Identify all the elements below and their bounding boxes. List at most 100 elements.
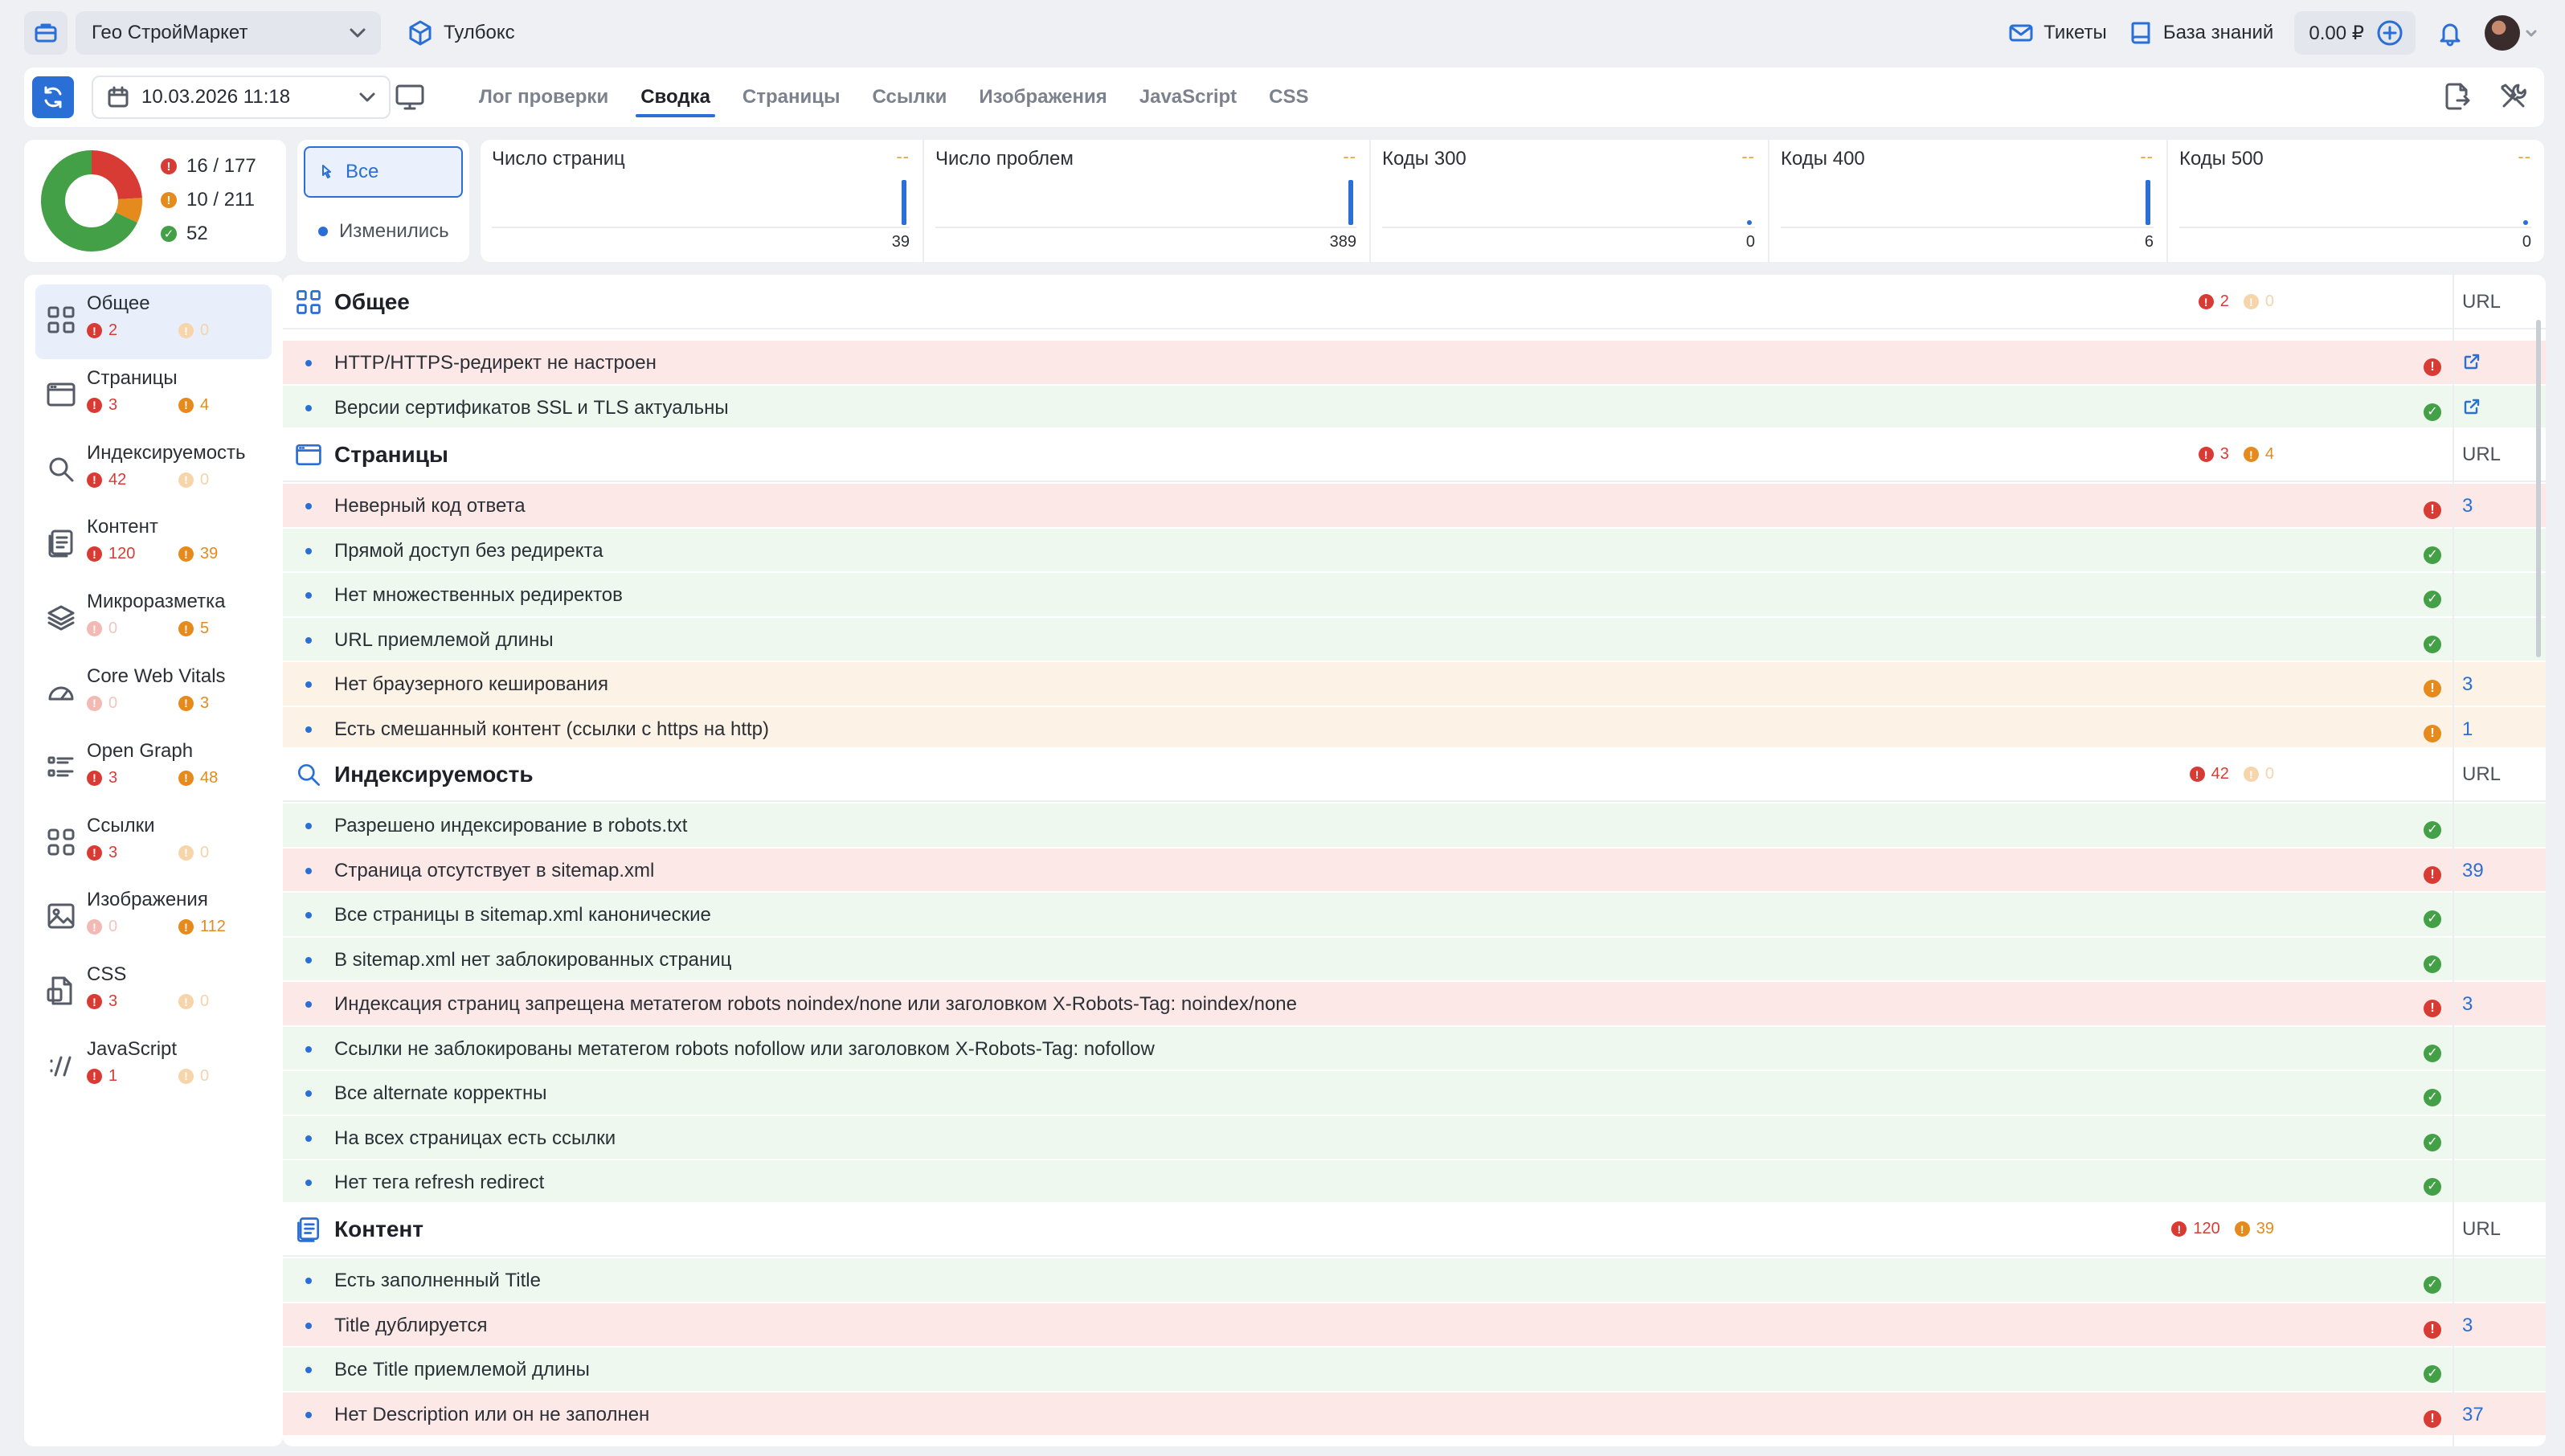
check-row[interactable]: Есть заполненный Title ✓ — [283, 1258, 2546, 1303]
check-row[interactable]: Ссылки не заблокированы метатегом robots… — [283, 1026, 2546, 1071]
check-row[interactable]: Все alternate корректны ✓ — [283, 1071, 2546, 1116]
section-header[interactable]: Контент ! 120 ! 39 URL — [283, 1202, 2546, 1257]
tab-images[interactable]: Изображения — [963, 67, 1123, 127]
tab-css[interactable]: CSS — [1253, 67, 1324, 127]
row-bullet — [305, 1135, 312, 1142]
checks-panel: HTTP/HTTPS-редирект не настроен! Версии с… — [283, 275, 2546, 1446]
affected-urls-link[interactable]: 3 — [2462, 993, 2473, 1016]
sidebar-item-label: JavaScript — [87, 1037, 178, 1060]
tab-javascript[interactable]: JavaScript — [1123, 67, 1253, 127]
check-row[interactable]: Страница отсутствует в sitemap.xml! 39 — [283, 848, 2546, 893]
section-error-count: ! 120 — [2171, 1220, 2220, 1238]
tab-check-log[interactable]: Лог проверки — [463, 67, 624, 127]
check-row[interactable]: HTTP/HTTPS-редирект не настроен! — [283, 341, 2546, 386]
toolbox-link[interactable]: Тулбокс — [407, 19, 515, 47]
check-title: Все Title приемлемой длины — [334, 1359, 590, 1380]
check-row[interactable]: Все Title приемлемой длины ✓ — [283, 1348, 2546, 1393]
tab-summary[interactable]: Сводка — [624, 67, 726, 127]
check-row[interactable]: Нет множественных редиректов ✓ — [283, 573, 2546, 618]
check-row[interactable]: Версии сертификатов SSL и TLS актуальны ✓ — [283, 385, 2546, 430]
metric-tile[interactable]: Число страниц -- 39 — [481, 140, 924, 262]
check-row[interactable]: URL приемлемой длины ✓ — [283, 617, 2546, 662]
sidebar-warning-count: ! 48 — [178, 769, 270, 787]
project-select[interactable]: Гео СтройМаркет — [76, 11, 381, 55]
check-row[interactable]: Нет браузерного кеширования! 3 — [283, 662, 2546, 707]
section-warning-count: ! 0 — [2243, 292, 2274, 311]
avatar — [2485, 15, 2520, 51]
check-row[interactable]: Индексация страниц запрещена метатегом r… — [283, 982, 2546, 1027]
affected-urls-link[interactable]: 37 — [2462, 1404, 2484, 1426]
sidebar-item[interactable]: Индексируемость ! 42! 0 — [35, 434, 272, 509]
metric-tile[interactable]: Число проблем -- 389 — [924, 140, 1371, 262]
section-warning-count: ! 0 — [2243, 765, 2274, 783]
sidebar-item[interactable]: Контент ! 120! 39 — [35, 508, 272, 583]
user-menu[interactable] — [2485, 15, 2538, 51]
section-header[interactable]: Индексируемость ! 42 ! 0 URL — [283, 747, 2546, 802]
warning-icon: ! — [178, 919, 194, 935]
sidebar-item[interactable]: Ссылки ! 3! 0 — [35, 807, 272, 881]
check-row[interactable]: Прямой доступ без редиректа ✓ — [283, 528, 2546, 573]
check-row[interactable]: Есть смешанный контент (ссылки с https н… — [283, 706, 2546, 751]
affected-urls-link[interactable]: 39 — [2462, 860, 2484, 882]
affected-urls-link[interactable]: 3 — [2462, 1315, 2473, 1337]
scrollbar[interactable] — [2536, 320, 2541, 657]
check-row[interactable]: Нет тега refresh redirect ✓ — [283, 1160, 2546, 1205]
check-row[interactable]: Нет Description или он не заполнен! 37 — [283, 1392, 2546, 1437]
metric-tile[interactable]: Коды 300 -- 0 — [1371, 140, 1769, 262]
sidebar-warning-count: ! 0 — [178, 471, 270, 489]
affected-urls-link[interactable]: 3 — [2462, 495, 2473, 517]
tickets-link[interactable]: Тикеты — [2008, 20, 2107, 46]
bell-icon[interactable] — [2436, 19, 2464, 47]
warning-icon: ! — [2424, 680, 2441, 697]
sidebar-item[interactable]: CSS ! 3! 0 — [35, 955, 272, 1030]
report-date-select[interactable]: 10.03.2026 11:18 — [92, 76, 391, 119]
tab-links[interactable]: Ссылки — [857, 67, 963, 127]
tools-icon[interactable] — [2498, 80, 2530, 112]
check-row[interactable]: В sitemap.xml нет заблокированных страни… — [283, 937, 2546, 982]
sidebar-item[interactable]: JavaScript ! 1! 0 — [35, 1030, 272, 1105]
device-toggle[interactable] — [394, 82, 426, 112]
sidebar-item[interactable]: Изображения ! 0! 112 — [35, 881, 272, 955]
sidebar-item[interactable]: Общее ! 2! 0 — [35, 284, 272, 359]
metric-tile[interactable]: Коды 500 -- 0 — [2168, 140, 2544, 262]
sidebar-item-label: Ссылки — [87, 814, 155, 836]
warning-icon: ! — [178, 397, 194, 413]
section-error-count: ! 2 — [2198, 292, 2229, 311]
error-icon: ! — [87, 845, 102, 861]
check-icon: ✓ — [2424, 591, 2441, 608]
projects-button[interactable] — [24, 11, 68, 55]
pointer-icon — [322, 165, 331, 178]
check-title: Нет множественных редиректов — [334, 584, 623, 606]
check-icon: ✓ — [2424, 546, 2441, 564]
filter-changed-button[interactable]: Изменились — [318, 220, 449, 243]
check-icon: ✓ — [2424, 1133, 2441, 1151]
section-header[interactable]: Страницы ! 3 ! 4 URL — [283, 427, 2546, 482]
export-file-icon[interactable] — [2441, 80, 2473, 112]
warning-icon: ! — [2243, 447, 2259, 462]
check-row[interactable]: На всех страницах есть ссылки ✓ — [283, 1115, 2546, 1160]
sidebar-item[interactable]: Микроразметка ! 0! 5 — [35, 583, 272, 657]
check-row[interactable]: Все страницы в sitemap.xml канонические ✓ — [283, 893, 2546, 938]
refresh-button[interactable] — [32, 76, 74, 118]
check-row[interactable]: Разрешено индексирование в robots.txt ✓ — [283, 804, 2546, 849]
knowledge-base-link[interactable]: База знаний — [2128, 20, 2273, 46]
tab-pages[interactable]: Страницы — [726, 67, 857, 127]
list-icon — [47, 756, 74, 777]
check-row[interactable]: Неверный код ответа! 3 — [283, 484, 2546, 529]
sidebar-item[interactable]: Core Web Vitals ! 0! 3 — [35, 657, 272, 732]
grid-icon — [297, 290, 321, 314]
filter-all-button[interactable]: Все — [304, 146, 463, 198]
add-funds-icon[interactable] — [2375, 18, 2404, 47]
check-title: Индексация страниц запрещена метатегом r… — [334, 993, 1297, 1015]
sidebar-item[interactable]: Страницы ! 3! 4 — [35, 359, 272, 434]
sidebar-item[interactable]: Open Graph ! 3! 48 — [35, 732, 272, 807]
balance-widget[interactable]: 0.00 ₽ — [2294, 11, 2416, 55]
external-link-icon[interactable] — [2462, 352, 2481, 371]
error-icon: ! — [87, 323, 102, 338]
affected-urls-link[interactable]: 1 — [2462, 718, 2473, 741]
external-link-icon[interactable] — [2462, 397, 2481, 416]
section-header[interactable]: Общее ! 2 ! 0 URL — [283, 275, 2546, 329]
check-row[interactable]: Title дублируется! 3 — [283, 1303, 2546, 1348]
affected-urls-link[interactable]: 3 — [2462, 673, 2473, 696]
metric-tile[interactable]: Коды 400 -- 6 — [1769, 140, 2168, 262]
